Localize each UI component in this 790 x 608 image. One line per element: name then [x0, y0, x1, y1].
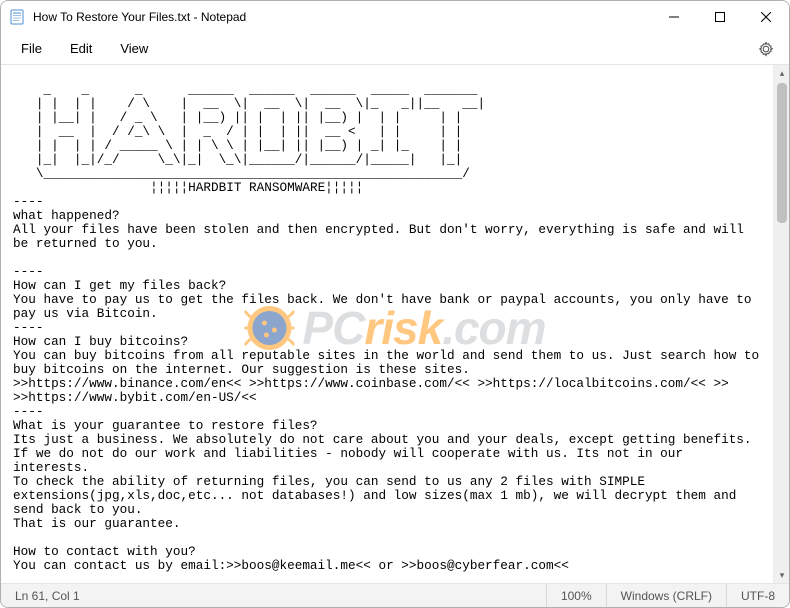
- menu-file[interactable]: File: [7, 37, 56, 60]
- window-controls: [651, 1, 789, 33]
- status-cursor-position: Ln 61, Col 1: [1, 584, 94, 607]
- gear-icon: [758, 41, 774, 57]
- vertical-scrollbar[interactable]: ▴ ▾: [773, 65, 789, 583]
- content-area: _ _ _ ______ ______ ______ _____ _______…: [1, 65, 789, 583]
- notepad-icon: [9, 9, 25, 25]
- window-title: How To Restore Your Files.txt - Notepad: [33, 10, 246, 24]
- notepad-window: How To Restore Your Files.txt - Notepad …: [0, 0, 790, 608]
- settings-button[interactable]: [749, 33, 783, 65]
- status-encoding: UTF-8: [726, 584, 789, 607]
- status-line-ending: Windows (CRLF): [606, 584, 726, 607]
- close-button[interactable]: [743, 1, 789, 33]
- menubar: File Edit View: [1, 33, 789, 65]
- statusbar: Ln 61, Col 1 100% Windows (CRLF) UTF-8: [1, 583, 789, 607]
- menu-view[interactable]: View: [106, 37, 162, 60]
- maximize-button[interactable]: [697, 1, 743, 33]
- scroll-up-arrow[interactable]: ▴: [774, 65, 789, 81]
- scroll-thumb[interactable]: [777, 83, 787, 223]
- minimize-button[interactable]: [651, 1, 697, 33]
- menu-edit[interactable]: Edit: [56, 37, 106, 60]
- status-zoom[interactable]: 100%: [546, 584, 606, 607]
- titlebar: How To Restore Your Files.txt - Notepad: [1, 1, 789, 33]
- scroll-down-arrow[interactable]: ▾: [774, 567, 789, 583]
- text-editor[interactable]: _ _ _ ______ ______ ______ _____ _______…: [1, 65, 773, 583]
